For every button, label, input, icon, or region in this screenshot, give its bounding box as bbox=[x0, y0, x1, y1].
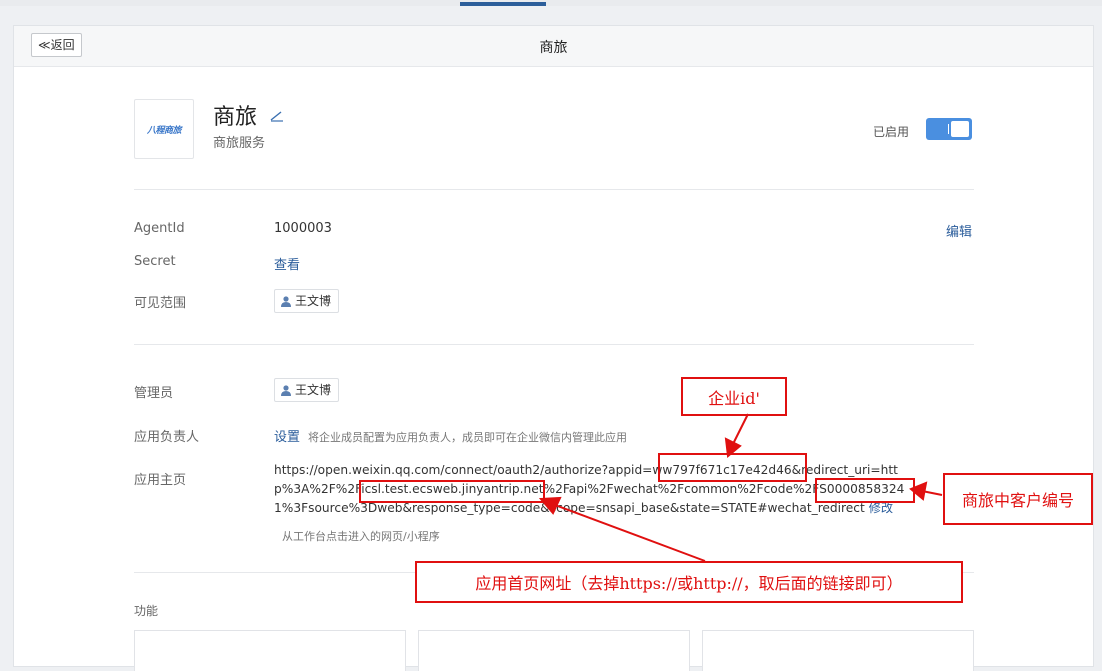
homepage-label: 应用主页 bbox=[134, 473, 187, 488]
secret-view-link[interactable]: 查看 bbox=[274, 254, 300, 273]
homepage-sub-hint: 从工作台点击进入的网页/小程序 bbox=[282, 530, 440, 543]
active-tab-indicator bbox=[460, 2, 546, 6]
owner-row: 设置 将企业成员配置为应用负责人，成员即可在企业微信内管理此应用 bbox=[274, 426, 627, 445]
features-label: 功能 bbox=[134, 604, 159, 618]
person-icon bbox=[281, 295, 291, 307]
corp-id-highlight bbox=[658, 453, 807, 482]
status-label: 已启用 bbox=[873, 125, 910, 139]
admin-user-name: 王文博 bbox=[295, 383, 332, 397]
divider bbox=[134, 189, 974, 190]
customer-no-annotation: 商旅中客户编号 bbox=[943, 473, 1093, 525]
app-logo: 八程商旅 bbox=[134, 99, 194, 159]
panel-header: ≪返回 商旅 bbox=[14, 26, 1093, 67]
admin-label: 管理员 bbox=[134, 386, 174, 401]
app-name: 商旅 bbox=[213, 105, 258, 130]
top-tab-bar bbox=[0, 0, 1102, 6]
app-description: 商旅服务 bbox=[213, 136, 266, 151]
agentid-label: AgentId bbox=[134, 221, 185, 236]
homepage-modify-link[interactable]: 修改 bbox=[869, 501, 893, 515]
visible-range-label: 可见范围 bbox=[134, 296, 187, 311]
edit-link[interactable]: 编辑 bbox=[946, 221, 972, 240]
homepage-url-line: 1%3Fsource%3Dweb&response_type=code&scop… bbox=[274, 501, 865, 515]
owner-set-link[interactable]: 设置 bbox=[274, 430, 300, 445]
feature-card[interactable] bbox=[418, 630, 690, 671]
edit-pen-icon[interactable] bbox=[269, 107, 285, 123]
page-title: 商旅 bbox=[539, 40, 568, 56]
owner-hint: 将企业成员配置为应用负责人，成员即可在企业微信内管理此应用 bbox=[308, 431, 628, 444]
toggle-knob bbox=[951, 121, 969, 137]
homepage-annotation: 应用首页网址（去掉https://或http://，取后面的链接即可） bbox=[415, 561, 963, 603]
corp-id-annotation: 企业id' bbox=[681, 377, 787, 416]
agentid-value: 1000003 bbox=[274, 221, 332, 236]
feature-card[interactable] bbox=[134, 630, 406, 671]
feature-card[interactable] bbox=[702, 630, 974, 671]
customer-no-highlight bbox=[815, 478, 915, 503]
visible-user-name: 王文博 bbox=[295, 294, 332, 308]
admin-user-tag[interactable]: 王文博 bbox=[274, 378, 340, 402]
person-icon bbox=[281, 384, 291, 396]
enable-toggle[interactable] bbox=[926, 118, 972, 140]
owner-label: 应用负责人 bbox=[134, 430, 200, 445]
divider bbox=[134, 344, 974, 345]
homepage-domain-highlight bbox=[359, 480, 545, 503]
secret-label: Secret bbox=[134, 254, 176, 269]
visible-user-tag[interactable]: 王文博 bbox=[274, 289, 340, 313]
